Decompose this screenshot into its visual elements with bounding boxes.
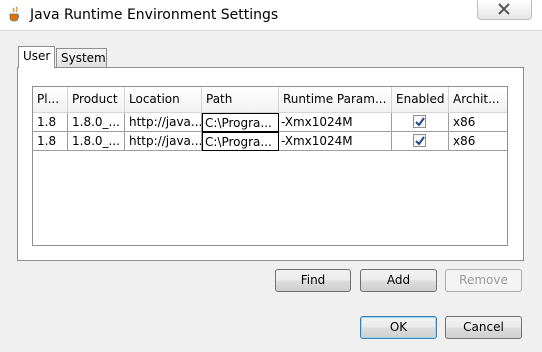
table-row[interactable]: 1.8 1.8.0_... http://java... C:\Progra..…	[33, 113, 507, 132]
cell-location[interactable]: http://java...	[125, 113, 202, 132]
column-header-runtime-params[interactable]: Runtime Param...	[279, 87, 392, 112]
column-header-architecture[interactable]: Archit...	[449, 87, 507, 112]
column-header-enabled[interactable]: Enabled	[392, 87, 449, 112]
column-header-path[interactable]: Path	[202, 87, 279, 112]
window-title: Java Runtime Environment Settings	[30, 7, 279, 23]
ok-button[interactable]: OK	[360, 316, 437, 339]
cancel-button[interactable]: Cancel	[445, 316, 522, 339]
java-cup-icon	[8, 6, 22, 22]
enabled-checkbox[interactable]	[413, 115, 426, 128]
title-bar: Java Runtime Environment Settings	[0, 0, 542, 31]
cell-platform[interactable]: 1.8	[33, 132, 68, 151]
tab-user[interactable]: User	[18, 46, 55, 68]
tab-system[interactable]: System	[56, 48, 107, 68]
enabled-checkbox[interactable]	[413, 134, 426, 147]
cell-path[interactable]: C:\Progra...	[202, 113, 279, 132]
checkmark-icon	[415, 117, 425, 127]
find-button[interactable]: Find	[275, 269, 351, 292]
table-row[interactable]: 1.8 1.8.0_... http://java... C:\Progra..…	[33, 132, 507, 151]
cell-product[interactable]: 1.8.0_...	[68, 132, 125, 151]
cell-enabled[interactable]	[392, 113, 449, 132]
column-header-product[interactable]: Product	[68, 87, 125, 112]
add-button[interactable]: Add	[360, 269, 437, 292]
cell-path[interactable]: C:\Progra...	[202, 132, 279, 151]
table-header: Pl... Product Location Path Runtime Para…	[33, 87, 507, 113]
jre-table: Pl... Product Location Path Runtime Para…	[32, 86, 508, 246]
cell-runtime-params[interactable]: -Xmx1024M	[279, 132, 392, 151]
cell-architecture[interactable]: x86	[449, 132, 507, 151]
cell-architecture[interactable]: x86	[449, 113, 507, 132]
cell-product[interactable]: 1.8.0_...	[68, 113, 125, 132]
column-header-platform[interactable]: Pl...	[33, 87, 68, 112]
column-header-location[interactable]: Location	[125, 87, 202, 112]
cell-enabled[interactable]	[392, 132, 449, 151]
checkmark-icon	[415, 136, 425, 146]
close-icon	[498, 3, 510, 15]
close-button[interactable]	[477, 0, 532, 20]
cell-runtime-params[interactable]: -Xmx1024M	[279, 113, 392, 132]
cell-platform[interactable]: 1.8	[33, 113, 68, 132]
remove-button[interactable]: Remove	[445, 269, 522, 292]
cell-location[interactable]: http://java...	[125, 132, 202, 151]
